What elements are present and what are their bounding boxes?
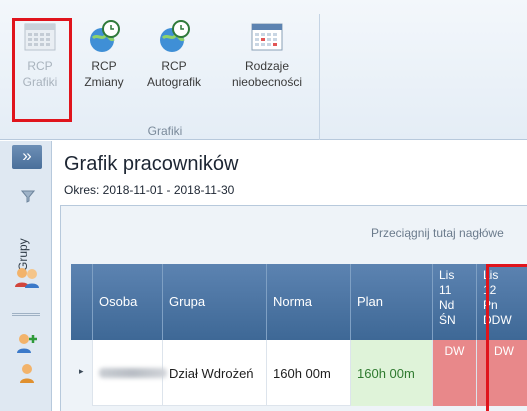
rodzaje-nieobecnosci-label-1: Rodzaje <box>244 59 290 73</box>
column-header-plan[interactable]: Plan <box>351 264 433 340</box>
day-weekday: Nd <box>439 298 455 312</box>
page-title: Grafik pracowników <box>64 153 239 175</box>
globe-clock-icon <box>157 20 191 54</box>
day-value: DW <box>444 344 465 358</box>
osoba-value <box>99 366 167 381</box>
main-content: Grafik pracowników Okres: 2018-11-01 - 2… <box>52 141 527 411</box>
column-header-norma[interactable]: Norma <box>267 264 351 340</box>
row-indicator[interactable]: ▸ <box>71 340 93 406</box>
expand-rail-button[interactable]: » <box>12 145 42 169</box>
day-number: 11 <box>439 283 452 297</box>
calendar-icon <box>250 20 284 54</box>
rcp-autografik-label-2: Autografik <box>146 75 202 89</box>
ribbon: RCP Grafiki RCP Zmiany RCP Autografik Ro… <box>0 0 527 140</box>
group-by-drop-hint[interactable]: Przeciągnij tutaj nagłówe <box>371 226 527 240</box>
cell-day-11[interactable]: DW <box>433 340 477 406</box>
rcp-zmiany-label-2: Zmiany <box>84 75 124 89</box>
day-month: Lis <box>439 268 455 282</box>
column-header-osoba[interactable]: Osoba <box>93 264 163 340</box>
page-subtitle: Okres: 2018-11-01 - 2018-11-30 <box>64 183 235 197</box>
rodzaje-nieobecnosci-button[interactable]: Rodzaje nieobecności <box>224 20 310 90</box>
redacted-name <box>99 368 167 378</box>
rodzaje-nieobecnosci-label-2: nieobecności <box>231 75 303 89</box>
cell-osoba[interactable] <box>93 340 167 406</box>
grid-header: Osoba Grupa Norma Plan Lis 11 Nd ŚN Lis … <box>71 264 527 340</box>
ribbon-group-caption: Grafiki <box>147 124 183 138</box>
globe-clock-icon <box>87 20 121 54</box>
grupa-value: Dział Wdrożeń <box>169 366 254 381</box>
users-icon[interactable] <box>14 265 40 289</box>
rcp-autografik-label-1: RCP <box>161 59 187 73</box>
column-header-grupa[interactable]: Grupa <box>163 264 267 340</box>
filter-icon[interactable] <box>20 189 36 203</box>
rail-divider <box>12 313 40 316</box>
side-rail: » Grupy <box>0 141 52 411</box>
cell-plan[interactable]: 160h 00m <box>351 340 433 406</box>
cell-norma[interactable]: 160h 00m <box>267 340 351 406</box>
highlight-frame <box>12 18 72 122</box>
column-header-label: Plan <box>357 294 384 309</box>
table-row[interactable]: ▸ Dział Wdrożeń 160h 00m 160h 00m DW DW <box>71 340 527 406</box>
day-type: ŚN <box>439 313 456 327</box>
plan-value: 160h 00m <box>357 366 415 381</box>
rcp-zmiany-button[interactable]: RCP Zmiany <box>74 20 134 90</box>
norma-value: 160h 00m <box>273 366 331 381</box>
rcp-zmiany-label-1: RCP <box>91 59 117 73</box>
user-icon[interactable] <box>14 361 40 385</box>
column-header-label: Norma <box>273 294 313 309</box>
highlight-frame <box>486 264 527 411</box>
schedule-grid: Przeciągnij tutaj nagłówe Osoba Grupa No… <box>60 205 527 411</box>
day-header-11[interactable]: Lis 11 Nd ŚN <box>433 264 477 340</box>
column-header-label: Grupa <box>169 294 206 309</box>
user-add-icon[interactable] <box>14 331 40 355</box>
rcp-autografik-button[interactable]: RCP Autografik <box>144 20 204 90</box>
column-header-label: Osoba <box>99 294 138 309</box>
cell-grupa[interactable]: Dział Wdrożeń <box>163 340 267 406</box>
row-indicator-header <box>71 264 93 340</box>
